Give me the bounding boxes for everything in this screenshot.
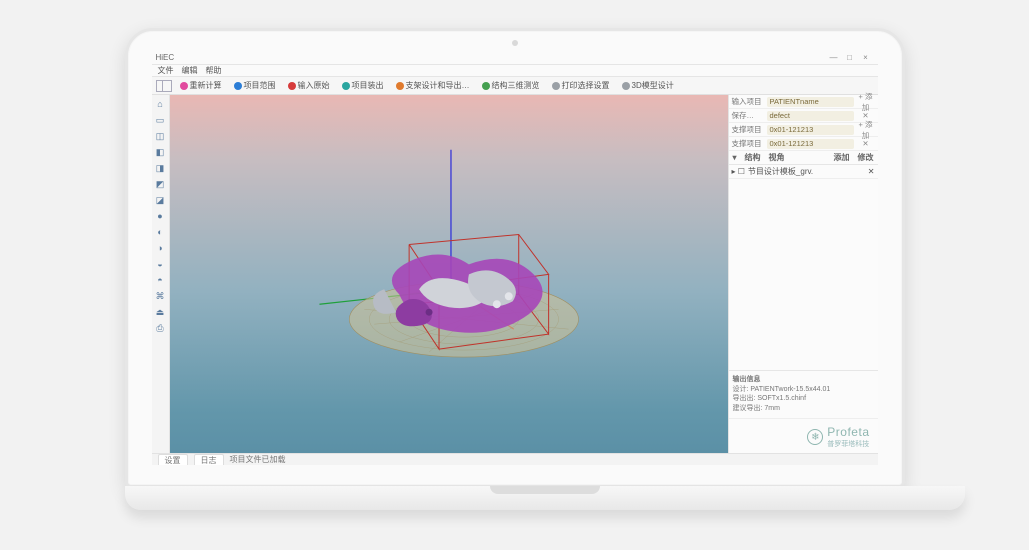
circle-icon bbox=[288, 82, 296, 90]
maximize-button[interactable]: □ bbox=[842, 53, 858, 62]
statusbar: 设置 日志 项目文件已加载 bbox=[152, 453, 878, 465]
circle-icon bbox=[622, 82, 630, 90]
panel-row-support: 支撑项目 0x01-121213 + 添加 bbox=[729, 123, 878, 137]
brand-logo: ❄ Profeta 普罗菲塔科技 bbox=[729, 418, 878, 453]
delete-icon[interactable]: ✕ bbox=[857, 139, 875, 148]
app-window: HiEC — □ × 文件 编辑 帮助 重新计算 项目范围 输入原始 项目装出 … bbox=[152, 51, 878, 465]
toolbar-recalculate[interactable]: 重新计算 bbox=[176, 79, 226, 92]
tool-half3-icon[interactable]: ◒ bbox=[153, 257, 167, 271]
menubar: 文件 编辑 帮助 bbox=[152, 65, 878, 77]
menu-help[interactable]: 帮助 bbox=[206, 65, 222, 76]
status-tab-log[interactable]: 日志 bbox=[194, 454, 224, 466]
tool-circle-icon[interactable]: ● bbox=[153, 209, 167, 223]
toolbar-export[interactable]: 项目装出 bbox=[338, 79, 388, 92]
input-field[interactable]: PATIENTname bbox=[767, 97, 854, 107]
modify-button[interactable]: 修改 bbox=[858, 152, 874, 163]
input-field[interactable]: 0x01-121213 bbox=[767, 139, 854, 149]
laptop-bezel: HiEC — □ × 文件 编辑 帮助 重新计算 项目范围 输入原始 项目装出 … bbox=[125, 28, 905, 488]
tree-item[interactable]: ▸ ☐ 节目设计模板_grv. ✕ bbox=[729, 165, 878, 179]
logo-icon: ❄ bbox=[807, 429, 823, 445]
status-tab-settings[interactable]: 设置 bbox=[158, 454, 188, 466]
circle-icon bbox=[482, 82, 490, 90]
circle-icon bbox=[342, 82, 350, 90]
panel-subheader: ▾ 结构 视角 添加 修改 bbox=[729, 151, 878, 165]
tool-half4-icon[interactable]: ◓ bbox=[153, 273, 167, 287]
tool-print-icon[interactable]: ⎙ bbox=[153, 321, 167, 335]
panel-row-save: 保存… defect ✕ bbox=[729, 109, 878, 123]
menu-edit[interactable]: 编辑 bbox=[182, 65, 198, 76]
toolbar-3dview[interactable]: 结构三维测览 bbox=[478, 79, 544, 92]
tool-split-icon[interactable]: ◫ bbox=[153, 129, 167, 143]
tool-half1-icon[interactable]: ◐ bbox=[153, 225, 167, 239]
circle-icon bbox=[552, 82, 560, 90]
window-title: HiEC bbox=[156, 53, 826, 62]
tool-cmd-icon[interactable]: ⌘ bbox=[153, 289, 167, 303]
toolbar-support[interactable]: 支架设计和导出… bbox=[392, 79, 474, 92]
toolbar-import[interactable]: 输入原始 bbox=[284, 79, 334, 92]
toolbar-scope[interactable]: 项目范围 bbox=[230, 79, 280, 92]
laptop-frame: HiEC — □ × 文件 编辑 帮助 重新计算 项目范围 输入原始 项目装出 … bbox=[125, 28, 905, 528]
circle-icon bbox=[396, 82, 404, 90]
circle-icon bbox=[180, 82, 188, 90]
tool-rect-icon[interactable]: ▭ bbox=[153, 113, 167, 127]
tool-view4-icon[interactable]: ◪ bbox=[153, 193, 167, 207]
tool-home-icon[interactable]: ⌂ bbox=[153, 97, 167, 111]
3d-viewport[interactable] bbox=[170, 95, 728, 453]
toolbar: 重新计算 项目范围 输入原始 项目装出 支架设计和导出… 结构三维测览 打印选择… bbox=[152, 77, 878, 95]
circle-icon bbox=[234, 82, 242, 90]
scene-svg bbox=[170, 95, 728, 453]
panel-row-input: 输入项目 PATIENTname + 添加 bbox=[729, 95, 878, 109]
tool-view-icon[interactable]: ◧ bbox=[153, 145, 167, 159]
laptop-camera bbox=[512, 40, 518, 46]
add-button[interactable]: 添加 bbox=[834, 152, 850, 163]
titlebar: HiEC — □ × bbox=[152, 51, 878, 65]
laptop-base bbox=[125, 486, 965, 510]
minimize-button[interactable]: — bbox=[826, 53, 842, 62]
delete-icon[interactable]: ✕ bbox=[868, 167, 875, 176]
input-field[interactable]: defect bbox=[767, 111, 854, 121]
input-field[interactable]: 0x01-121213 bbox=[767, 125, 854, 135]
side-toolbar: ⌂ ▭ ◫ ◧ ◨ ◩ ◪ ● ◐ ◑ ◒ ◓ ⌘ ⏏ ⎙ bbox=[152, 95, 170, 453]
tool-view2-icon[interactable]: ◨ bbox=[153, 161, 167, 175]
toolbar-design[interactable]: 3D模型设计 bbox=[618, 79, 678, 92]
panel-row-support2: 支撑项目 0x01-121213 ✕ bbox=[729, 137, 878, 151]
status-text: 项目文件已加载 bbox=[230, 454, 286, 465]
tool-view3-icon[interactable]: ◩ bbox=[153, 177, 167, 191]
workarea: ⌂ ▭ ◫ ◧ ◨ ◩ ◪ ● ◐ ◑ ◒ ◓ ⌘ ⏏ ⎙ bbox=[152, 95, 878, 453]
tool-half2-icon[interactable]: ◑ bbox=[153, 241, 167, 255]
layout-icon[interactable] bbox=[156, 80, 172, 92]
menu-file[interactable]: 文件 bbox=[158, 65, 174, 76]
right-panel: 输入项目 PATIENTname + 添加 保存… defect ✕ 支撑项目 … bbox=[728, 95, 878, 453]
info-panel: 输出信息 设计: PATIENTwork-15.5x44.01 导出出: SOF… bbox=[729, 370, 878, 418]
toolbar-print[interactable]: 打印选择设置 bbox=[548, 79, 614, 92]
tool-eject-icon[interactable]: ⏏ bbox=[153, 305, 167, 319]
close-button[interactable]: × bbox=[858, 53, 874, 62]
laptop-notch bbox=[490, 486, 600, 494]
